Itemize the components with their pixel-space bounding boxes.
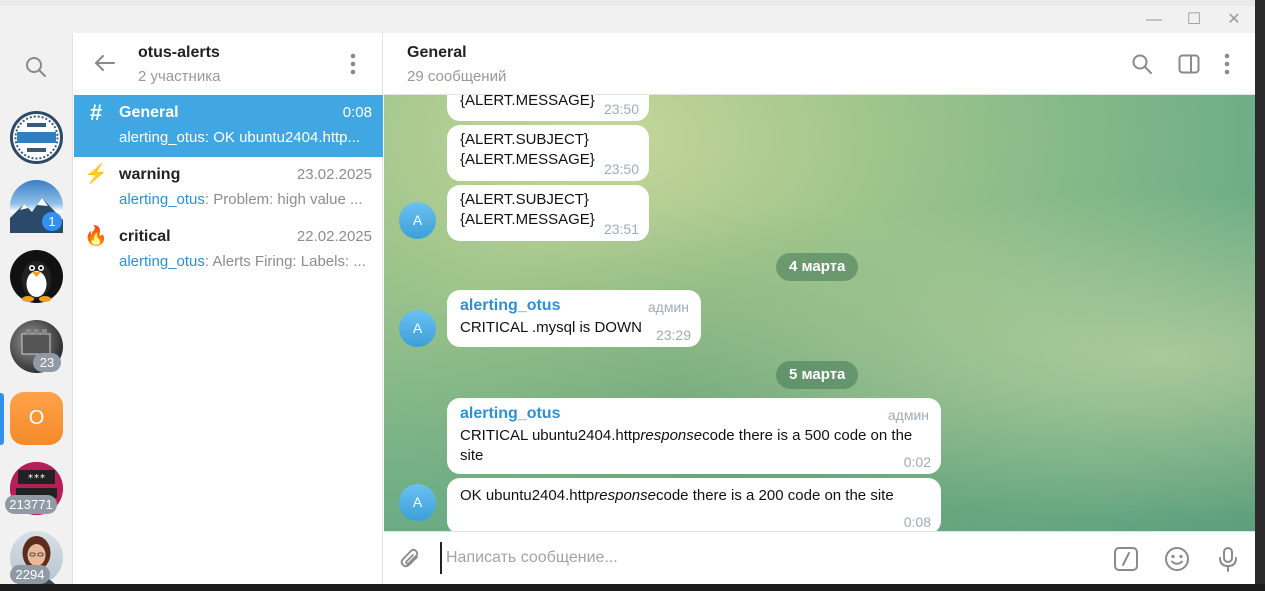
topic-row-warning[interactable]: ⚡ warning 23.02.2025 alerting_otus: Prob…	[74, 157, 383, 219]
topic-name: General	[119, 104, 179, 121]
text-segment: code there is a 200 code on the site	[656, 487, 894, 504]
message-time: 23:29	[655, 327, 691, 343]
more-vertical-icon[interactable]	[345, 51, 361, 77]
topic-time: 0:08	[342, 104, 372, 121]
message-text: CRITICAL .mysql is DOWN	[460, 319, 642, 336]
search-icon[interactable]	[23, 54, 49, 80]
background-bottom	[0, 584, 1265, 591]
message-text: OK ubuntu2404.httpresponsecode there is …	[460, 486, 894, 506]
close-button[interactable]: ✕	[1223, 10, 1245, 30]
message-text: {ALERT.SUBJECT} {ALERT.MESSAGE}	[460, 190, 595, 230]
sender-avatar[interactable]: A	[399, 484, 436, 521]
bot-commands-icon[interactable]	[1112, 545, 1140, 573]
minimize-button[interactable]: —	[1143, 10, 1165, 30]
unread-badge: 1	[42, 212, 62, 231]
message-time: 0:08	[903, 514, 931, 530]
group-header: otus-alerts 2 участника	[74, 33, 383, 95]
sender-avatar[interactable]: A	[399, 202, 436, 239]
message-bubble: alerting_otus админ CRITICAL ubuntu2404.…	[447, 398, 941, 474]
message-text: {ALERT.MESSAGE}	[460, 95, 595, 109]
member-count: 2 участника	[138, 68, 221, 85]
message-line: {ALERT.MESSAGE}	[460, 151, 595, 168]
more-vertical-icon[interactable]	[1215, 52, 1239, 76]
preview-sender: alerting_otus	[119, 191, 205, 208]
topic-name: critical	[119, 228, 171, 245]
redirect-logo-icon	[14, 115, 59, 160]
svg-text:***: ***	[27, 473, 45, 484]
message-time: 23:50	[603, 101, 639, 117]
message-line: CRITICAL ubuntu2404.httpresponsecode the…	[460, 426, 912, 446]
text-segment-italic: response	[640, 427, 703, 444]
date-separator: 5 марта	[776, 361, 859, 389]
folders-sidebar: 1 23 O *** 213771 2294	[0, 33, 73, 584]
chat-title: General	[407, 44, 467, 61]
date-separator: 4 марта	[776, 253, 859, 281]
topic-name: warning	[119, 166, 181, 183]
message-time: 23:51	[603, 221, 639, 237]
text-segment-italic: response	[594, 487, 656, 504]
chat-list-panel: otus-alerts 2 участника # General 0:08 a…	[74, 33, 383, 584]
back-arrow-icon[interactable]	[92, 50, 118, 76]
message-bubble: {ALERT.MESSAGE} 23:50	[447, 95, 649, 121]
lightning-icon: ⚡	[84, 164, 108, 185]
unread-badge: 23	[33, 353, 61, 372]
sender-avatar[interactable]: A	[399, 310, 436, 347]
admin-badge: админ	[647, 299, 689, 315]
message-time: 23:50	[603, 161, 639, 177]
folder-avatar-linux[interactable]	[10, 250, 63, 303]
search-icon[interactable]	[1130, 52, 1154, 76]
message-line: {ALERT.SUBJECT}	[460, 191, 589, 208]
chat-panel: General 29 сообщений {ALERT.MESSAGE} 23:…	[384, 33, 1255, 584]
message-line: {ALERT.SUBJECT}	[460, 131, 589, 148]
penguin-icon	[21, 261, 52, 302]
active-folder-indicator	[0, 393, 4, 445]
topic-time: 22.02.2025	[296, 228, 372, 245]
maximize-button[interactable]: ☐	[1183, 10, 1205, 30]
preview-sender: alerting_otus	[119, 253, 205, 270]
fire-icon: 🔥	[84, 226, 108, 247]
unread-badge: 213771	[5, 495, 57, 514]
message-bubble: {ALERT.SUBJECT} {ALERT.MESSAGE} 23:50	[447, 125, 649, 181]
message-input[interactable]	[440, 542, 1090, 574]
unread-badge: 2294	[10, 565, 50, 584]
topic-preview: alerting_otus: OK ubuntu2404.http...	[119, 129, 361, 146]
preview-text: : Alerts Firing: Labels: ...	[204, 253, 366, 270]
message-line: {ALERT.MESSAGE}	[460, 211, 595, 228]
topic-row-critical[interactable]: 🔥 critical 22.02.2025 alerting_otus: Ale…	[74, 219, 383, 281]
group-title: otus-alerts	[138, 44, 220, 61]
message-author[interactable]: alerting_otus	[460, 405, 560, 423]
preview-text: : Problem: high value ...	[204, 191, 363, 208]
text-segment: CRITICAL ubuntu2404.http	[460, 427, 641, 444]
message-composer	[384, 531, 1255, 584]
folder-avatar-303-redirect[interactable]	[10, 111, 63, 164]
topic-time: 23.02.2025	[296, 166, 372, 183]
message-bubble: alerting_otus админ CRITICAL .mysql is D…	[447, 290, 701, 347]
chat-wallpaper: {ALERT.MESSAGE} 23:50 {ALERT.SUBJECT} {A…	[384, 95, 1255, 531]
message-text: CRITICAL ubuntu2404.httpresponsecode the…	[460, 426, 912, 466]
message-bubble: {ALERT.SUBJECT} {ALERT.MESSAGE} 23:51	[447, 185, 649, 241]
message-author[interactable]: alerting_otus	[460, 297, 560, 315]
microphone-icon[interactable]	[1214, 545, 1242, 573]
message-text: {ALERT.SUBJECT} {ALERT.MESSAGE}	[460, 130, 595, 170]
text-segment: OK ubuntu2404.http	[460, 487, 595, 504]
message-line: site	[460, 447, 484, 464]
message-count: 29 сообщений	[407, 68, 507, 85]
folder-avatar-otus-alerts[interactable]: O	[10, 392, 63, 445]
title-bar: — ☐ ✕	[0, 6, 1255, 33]
background-edge	[1255, 0, 1265, 591]
topic-preview: alerting_otus: Alerts Firing: Labels: ..…	[119, 253, 374, 270]
sidebar-toggle-icon[interactable]	[1177, 52, 1201, 76]
emoji-icon[interactable]	[1163, 545, 1191, 573]
chat-header: General 29 сообщений	[384, 33, 1255, 95]
text-segment: code there is a 500 code on the	[702, 427, 913, 444]
admin-badge: админ	[887, 407, 929, 423]
topic-row-general[interactable]: # General 0:08 alerting_otus: OK ubuntu2…	[74, 95, 383, 157]
hash-icon: #	[89, 100, 103, 125]
telegram-window: — ☐ ✕ 1 23 O *** 213771 2294 otus-alerts…	[0, 6, 1255, 584]
paperclip-icon[interactable]	[398, 546, 424, 572]
message-time: 0:02	[903, 454, 931, 470]
topic-preview: alerting_otus: Problem: high value ...	[119, 191, 374, 208]
message-bubble: OK ubuntu2404.httpresponsecode there is …	[447, 478, 941, 531]
